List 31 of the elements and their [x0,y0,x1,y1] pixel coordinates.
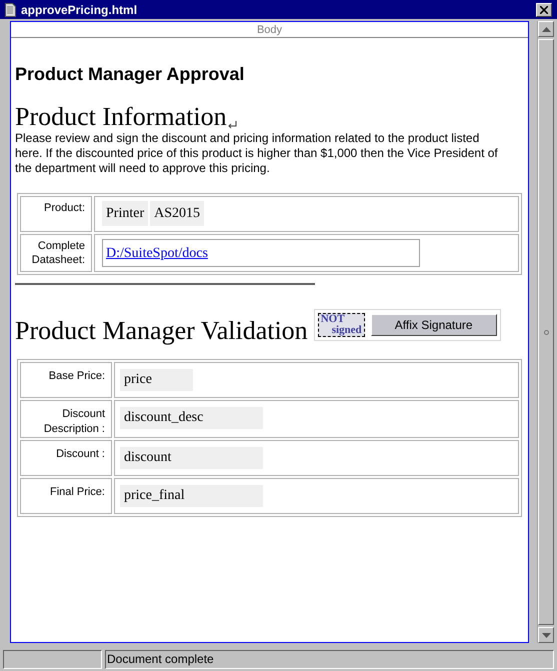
return-icon [226,121,237,129]
field-label: Discount : [20,440,112,476]
body-label: Body [11,22,528,38]
value-field: price_final [120,485,263,507]
grip-icon [544,330,548,334]
page-heading: Product Manager Approval [15,63,246,85]
field-label: Base Price: [20,362,112,398]
not-signed-stamp: NOT signed [318,313,365,337]
intro-text: Please review and sign the discount and pricing information related to the product listed here. If the discounted price of this product is higher than $1,000 then the Vice President of the department will need to approve this pricing. [15,131,499,176]
value-field: price [120,369,193,391]
field-label: Discount Description : [20,400,112,438]
value-field: discount_desc [120,407,263,429]
close-icon [540,6,548,14]
field-label: Complete Datasheet: [20,234,92,272]
close-button[interactable] [536,2,552,16]
value-field: AS2015 [150,201,204,226]
value-field: discount [120,447,263,469]
value-field: Printer [102,201,148,226]
status-message: Document complete [105,650,554,669]
scroll-down-button[interactable] [538,627,554,643]
document-icon [5,2,16,16]
field-label: Final Price: [20,478,112,514]
field-label: Product: [20,196,92,232]
up-arrow-icon [542,26,550,32]
affix-signature-button[interactable]: Affix Signature [370,314,497,336]
datasheet-link[interactable]: D:/SuiteSpot/docs [106,246,208,261]
down-arrow-icon [542,632,550,638]
scroll-up-button[interactable] [538,21,554,37]
section-title: Product Information [15,103,227,131]
window-title: approvePricing.html [21,2,138,18]
section-title: Product Manager Validation [15,317,308,345]
